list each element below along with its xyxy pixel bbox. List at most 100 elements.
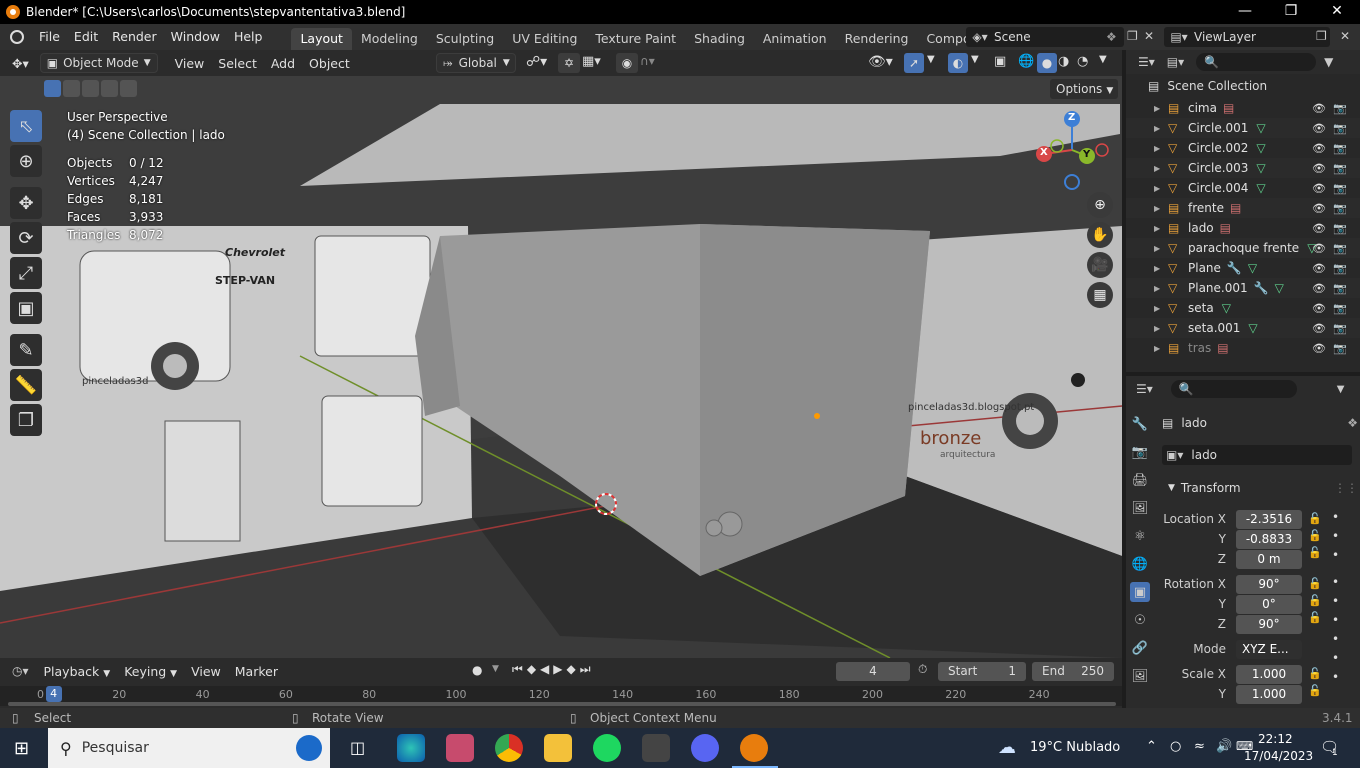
object-tab-icon[interactable]: ▣ — [1130, 582, 1150, 602]
lock-icon[interactable]: 🔓 — [1308, 594, 1322, 607]
expand-triangle-icon[interactable]: ▶ — [1154, 304, 1164, 313]
location-x-field[interactable]: -2.3516 — [1236, 510, 1302, 529]
wireframe-shading-icon[interactable]: 🌐 — [1018, 54, 1034, 69]
rendered-shading-icon[interactable]: ◔ — [1077, 54, 1088, 69]
select-subtract-icon[interactable] — [82, 80, 99, 97]
playhead-indicator[interactable]: 4 — [45, 686, 62, 702]
modifier-wrench-icon[interactable]: 🔧 — [1254, 281, 1269, 295]
camera-render-icon[interactable]: 📷 — [1333, 182, 1347, 195]
eye-visibility-icon[interactable]: 👁 — [1312, 222, 1326, 235]
eye-visibility-icon[interactable]: 👁 — [1312, 242, 1326, 255]
add-menu[interactable]: Add — [264, 56, 302, 71]
outliner-item[interactable]: ▶ ▽ Circle.003 ▽ 👁 📷 — [1126, 158, 1360, 178]
clock-time[interactable]: 22:12 — [1258, 732, 1293, 746]
marker-menu[interactable]: Marker — [228, 664, 285, 679]
scale-x-field[interactable]: 1.000 — [1236, 665, 1302, 684]
tab-animation[interactable]: Animation — [754, 28, 836, 50]
select-box-tool-icon[interactable]: ⬁ — [10, 110, 42, 142]
auto-keying-icon[interactable]: ● — [472, 663, 482, 677]
expand-triangle-icon[interactable]: ▶ — [1154, 164, 1164, 173]
outliner-item[interactable]: ▶ ▤ cima ▤ 👁 📷 — [1126, 98, 1360, 118]
volume-icon[interactable]: 🔊 — [1216, 739, 1232, 754]
chevron-down-icon[interactable]: ▼ — [927, 54, 935, 65]
app-icon[interactable] — [642, 734, 670, 762]
play-icon[interactable]: ▶ — [553, 662, 562, 677]
tab-sculpting[interactable]: Sculpting — [427, 28, 503, 50]
outliner-item[interactable]: ▶ ▽ Circle.001 ▽ 👁 📷 — [1126, 118, 1360, 138]
outliner-item[interactable]: ▶ ▽ Circle.002 ▽ 👁 📷 — [1126, 138, 1360, 158]
camera-render-icon[interactable]: 📷 — [1333, 122, 1347, 135]
outliner-item[interactable]: ▶ ▽ parachoque frente ▽ 👁 📷 — [1126, 238, 1360, 258]
keyframe-dot-icon[interactable]: • — [1332, 575, 1339, 589]
image-data-icon[interactable]: ▤ — [1220, 221, 1231, 235]
expand-triangle-icon[interactable]: ▶ — [1154, 104, 1164, 113]
maximize-button[interactable]: ❐ — [1268, 0, 1314, 24]
location-y-field[interactable]: -0.8833 — [1236, 530, 1302, 549]
camera-render-icon[interactable]: 📷 — [1333, 242, 1347, 255]
keyframe-dot-icon[interactable]: • — [1332, 651, 1339, 665]
rotation-z-field[interactable]: 90° — [1236, 615, 1302, 634]
clock-date[interactable]: 17/04/2023 — [1244, 749, 1313, 763]
zoom-icon[interactable]: ⊕ — [1087, 192, 1113, 218]
jump-end-icon[interactable]: ⏭ — [580, 662, 591, 677]
lock-icon[interactable]: 🔓 — [1308, 546, 1322, 559]
keyframe-dot-icon[interactable]: • — [1332, 548, 1339, 562]
modifier-wrench-icon[interactable]: 🔧 — [1227, 261, 1242, 275]
view-menu[interactable]: View — [168, 56, 212, 71]
pin-icon[interactable]: ❖ — [1347, 416, 1358, 430]
transform-orientation-dropdown[interactable]: ⤅ Global ▼ — [436, 53, 516, 73]
rotation-x-field[interactable]: 90° — [1236, 575, 1302, 594]
scene-collection-row[interactable]: ▤ Scene Collection — [1126, 74, 1360, 98]
camera-render-icon[interactable]: 📷 — [1333, 262, 1347, 275]
mesh-data-icon[interactable]: ▽ — [1248, 321, 1257, 335]
task-view-icon[interactable]: ◫ — [350, 738, 365, 757]
keyframe-dot-icon[interactable]: • — [1332, 510, 1339, 524]
image-data-icon[interactable]: ▤ — [1223, 101, 1234, 115]
eye-visibility-icon[interactable]: 👁 — [1312, 122, 1326, 135]
gizmo-neg-y-axis[interactable] — [1050, 139, 1064, 153]
expand-triangle-icon[interactable]: ▶ — [1154, 324, 1164, 333]
outliner-item[interactable]: ▶ ▽ Plane.001 🔧 ▽ 👁 📷 — [1126, 278, 1360, 298]
new-scene-icon[interactable]: ❐ — [1127, 29, 1138, 43]
move-tool-icon[interactable]: ✥ — [10, 187, 42, 219]
current-frame-field[interactable]: 4 — [836, 662, 910, 681]
spotify-icon[interactable] — [593, 734, 621, 762]
tab-uv-editing[interactable]: UV Editing — [503, 28, 586, 50]
rotation-y-field[interactable]: 0° — [1236, 595, 1302, 614]
mesh-data-icon[interactable]: ▽ — [1256, 161, 1265, 175]
eye-visibility-icon[interactable]: 👁 — [1312, 202, 1326, 215]
chevron-down-icon[interactable]: ▼ — [1099, 54, 1107, 65]
falloff-icon[interactable]: ∩▾ — [640, 54, 655, 68]
camera-render-icon[interactable]: 📷 — [1333, 162, 1347, 175]
gizmo-toggle-icon[interactable]: ➚ — [904, 53, 924, 73]
discord-icon[interactable] — [691, 734, 719, 762]
pan-hand-icon[interactable]: ✋ — [1087, 222, 1113, 248]
eye-visibility-icon[interactable]: 👁 — [1312, 162, 1326, 175]
rotation-mode-dropdown[interactable]: XYZ E... — [1236, 640, 1302, 659]
physics-tab-icon[interactable]: ☉ — [1130, 610, 1150, 630]
timeline-view-menu[interactable]: View — [184, 664, 228, 679]
mesh-data-icon[interactable]: ▽ — [1275, 281, 1284, 295]
select-new-icon[interactable] — [44, 80, 61, 97]
select-extend-icon[interactable] — [63, 80, 80, 97]
location-z-field[interactable]: 0 m — [1236, 550, 1302, 569]
eye-visibility-icon[interactable]: 👁 — [1312, 262, 1326, 275]
eye-visibility-icon[interactable]: 👁 — [1312, 322, 1326, 335]
eye-visibility-icon[interactable]: 👁 — [1312, 302, 1326, 315]
weather-label[interactable]: 19°C Nublado — [1030, 740, 1120, 755]
chevron-down-icon[interactable]: ▼ — [492, 664, 499, 674]
minimize-button[interactable]: — — [1222, 0, 1268, 24]
proportional-edit-icon[interactable]: ◉ — [616, 53, 638, 73]
end-frame-field[interactable]: End 250 — [1032, 662, 1114, 681]
overlay-toggle-icon[interactable]: ◐ — [948, 53, 968, 73]
new-viewlayer-icon[interactable]: ❐ — [1316, 29, 1327, 43]
mesh-data-icon[interactable]: ▽ — [1256, 121, 1265, 135]
edge-icon[interactable] — [397, 734, 425, 762]
keyframe-dot-icon[interactable]: • — [1332, 594, 1339, 608]
keying-menu[interactable]: Keying ▼ — [117, 664, 184, 679]
drag-handle-icon[interactable]: ⋮⋮ — [1334, 481, 1358, 495]
image-data-icon[interactable]: ▤ — [1217, 341, 1228, 355]
blender-taskbar-icon[interactable] — [740, 734, 768, 762]
menu-edit[interactable]: Edit — [67, 24, 105, 50]
scene-selector[interactable]: ◈▾ Scene ❖ — [966, 27, 1124, 47]
